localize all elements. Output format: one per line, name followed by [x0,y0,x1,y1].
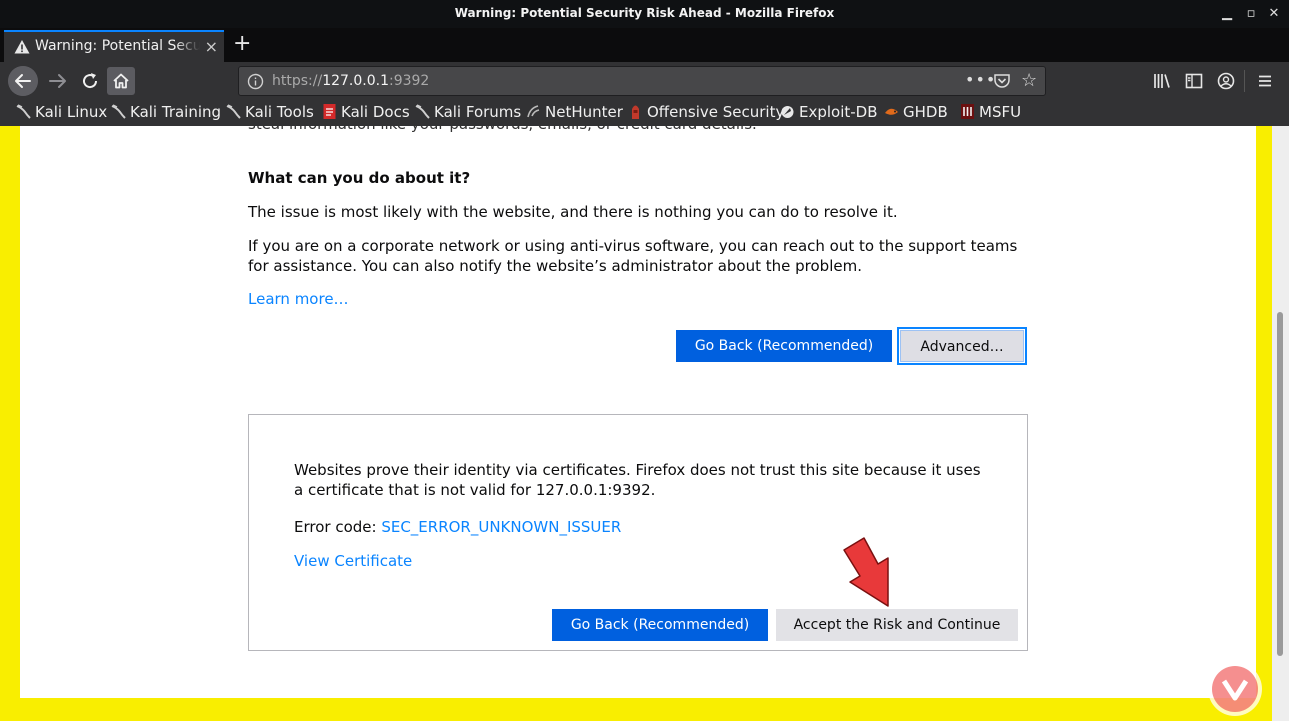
error-code-line: Error code: SEC_ERROR_UNKNOWN_ISSUER [294,517,621,537]
tab-security-warning[interactable]: Warning: Potential Security Risk Ahead × [4,30,224,62]
url-scheme: https:// [272,73,323,89]
pocket-icon[interactable] [993,72,1011,90]
corporate-network-paragraph: If you are on a corporate network or usi… [248,237,1018,275]
tab-close-icon[interactable]: × [205,37,218,56]
page-viewport: steal information like your passwords, e… [0,115,1289,721]
go-back-button[interactable]: Go Back (Recommended) [676,330,892,362]
partially-hidden-text: steal information like your passwords, e… [248,115,757,133]
minimize-icon[interactable]: ▁ [1218,5,1236,23]
tab-title: Warning: Potential Security Risk Ahead [35,38,200,54]
msfu-icon [961,104,974,119]
url-bar[interactable]: https://127.0.0.1:9392 ••• ☆ [238,66,1046,96]
warning-icon [14,40,30,54]
issue-paragraph: The issue is most likely with the websit… [248,203,898,221]
window-titlebar: Warning: Potential Security Risk Ahead -… [0,0,1289,28]
back-button[interactable] [8,66,38,96]
forward-button[interactable] [44,67,72,95]
view-certificate-link[interactable]: View Certificate [294,551,412,571]
sidebar-icon[interactable] [1184,71,1204,91]
bookmark-star-icon[interactable]: ☆ [1021,70,1037,91]
bookmark-label: GHDB [903,103,948,121]
new-tab-button[interactable]: + [233,31,251,57]
bookmark-label: Exploit-DB [799,103,878,121]
pointer-arrow-annotation [843,537,889,607]
exploitdb-icon [781,106,794,118]
bookmark-ghdb[interactable]: GHDB [884,103,948,121]
bookmark-label: Kali Training [130,103,222,121]
bookmark-kali-training[interactable]: Kali Training [111,103,221,121]
maximize-icon[interactable]: ▫ [1242,5,1260,23]
advanced-panel: Websites prove their identity via certif… [248,414,1028,651]
kali-dragon-icon [16,104,31,119]
url-text[interactable]: https://127.0.0.1:9392 [272,73,429,89]
bookmark-msfu[interactable]: MSFU [960,103,1021,121]
error-code-label: Error code: [294,518,382,536]
url-port: :9392 [388,73,430,89]
advanced-go-back-button[interactable]: Go Back (Recommended) [552,609,768,641]
navigation-toolbar: https://127.0.0.1:9392 ••• ☆ [0,62,1289,100]
reload-button[interactable] [76,67,104,95]
bookmark-kali-linux[interactable]: Kali Linux [16,103,107,121]
account-icon[interactable] [1216,71,1236,91]
page-actions-icon[interactable]: ••• [965,70,996,89]
url-host: 127.0.0.1 [322,73,389,89]
library-icon[interactable] [1152,71,1172,91]
kali-dragon-icon [111,104,126,119]
kali-dragon-icon [226,104,241,119]
window-title: Warning: Potential Security Risk Ahead -… [454,6,835,20]
scrollbar-thumb[interactable] [1277,312,1283,656]
bookmark-exploit-db[interactable]: Exploit-DB [780,103,878,121]
certificate-explanation: Websites prove their identity via certif… [294,461,981,499]
home-button[interactable] [107,67,135,95]
tab-strip: Warning: Potential Security Risk Ahead ×… [0,28,1289,62]
hamburger-menu-icon[interactable] [1255,71,1275,91]
watermark-logo [1208,662,1262,716]
learn-more-link[interactable]: Learn more… [248,289,349,309]
error-page: steal information like your passwords, e… [20,115,1256,698]
toolbar-separator [1244,70,1245,92]
site-info-icon[interactable] [247,73,264,90]
error-code-link[interactable]: SEC_ERROR_UNKNOWN_ISSUER [381,518,621,536]
what-can-you-do-heading: What can you do about it? [248,169,471,187]
advanced-button[interactable]: Advanced… [897,327,1027,365]
bookmark-label: Kali Linux [35,103,108,121]
page-scrollbar[interactable] [1272,126,1289,721]
bookmark-label: MSFU [979,103,1022,121]
ghdb-icon [885,108,898,115]
close-icon[interactable]: ✕ [1265,5,1283,23]
